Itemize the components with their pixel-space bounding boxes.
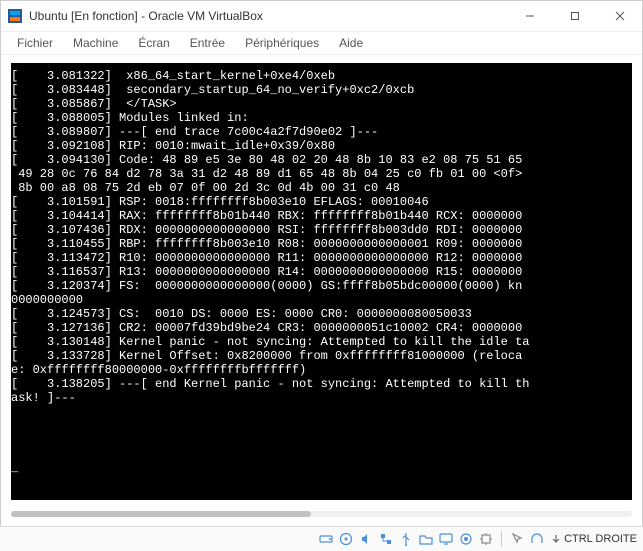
optical-disk-icon[interactable] (338, 531, 354, 547)
menu-item-peripheriques[interactable]: Périphériques (237, 34, 327, 52)
scrollbar-track (11, 511, 632, 517)
minimize-button[interactable] (507, 1, 552, 31)
window-controls (507, 1, 642, 31)
network-icon[interactable] (378, 531, 394, 547)
host-key-indicator[interactable]: CTRL DROITE (551, 533, 637, 545)
menu-item-aide[interactable]: Aide (331, 34, 371, 52)
menubar: FichierMachineÉcran EntréePériphériquesAi… (1, 32, 642, 55)
statusbar: CTRL DROITE (0, 526, 643, 551)
recording-icon[interactable] (458, 531, 474, 547)
shared-folders-icon[interactable] (418, 531, 434, 547)
display-icon[interactable] (438, 531, 454, 547)
scrollbar-thumb[interactable] (11, 511, 311, 517)
arrow-down-icon (551, 534, 561, 544)
hard-disk-icon[interactable] (318, 531, 334, 547)
usb-icon[interactable] (398, 531, 414, 547)
menu-item-fichier[interactable]: Fichier (9, 34, 61, 52)
window-title: Ubuntu [En fonction] - Oracle VM Virtual… (29, 9, 507, 23)
processor-icon[interactable] (478, 531, 494, 547)
mouse-integration-icon[interactable] (509, 531, 525, 547)
vm-console[interactable]: [ 3.081322] x86_64_start_kernel+0xe4/0xe… (11, 63, 632, 500)
keyboard-icon[interactable] (529, 531, 545, 547)
menu-item-ecran[interactable]: Écran (130, 34, 177, 52)
maximize-button[interactable] (552, 1, 597, 31)
app-icon (7, 8, 23, 24)
audio-icon[interactable] (358, 531, 374, 547)
host-key-label: CTRL DROITE (564, 533, 637, 545)
menu-item-entree[interactable]: Entrée (182, 34, 233, 52)
window-titlebar: Ubuntu [En fonction] - Oracle VM Virtual… (1, 1, 642, 32)
menu-item-machine[interactable]: Machine (65, 34, 126, 52)
close-button[interactable] (597, 1, 642, 31)
status-icons (318, 531, 545, 547)
status-separator (501, 531, 502, 547)
horizontal-scrollbar[interactable] (11, 506, 632, 522)
